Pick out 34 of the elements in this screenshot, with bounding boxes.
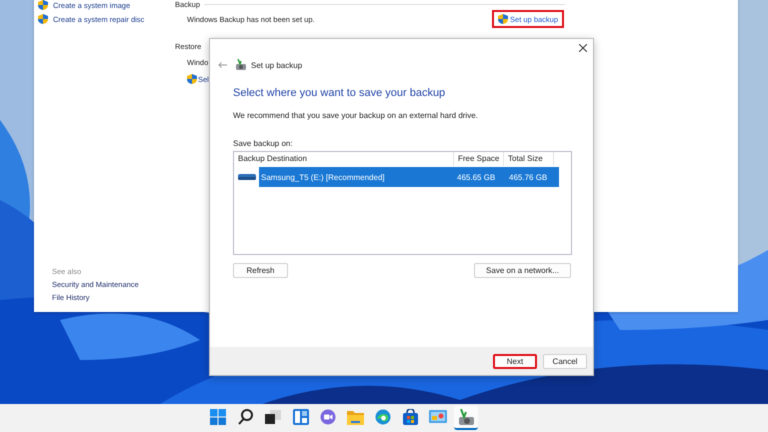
- dialog-title: Set up backup: [251, 60, 302, 70]
- backup-drive-icon: [457, 408, 474, 426]
- dialog-description: We recommend that you save your backup on an external hard drive.: [233, 111, 479, 120]
- table-cell-text: Samsung_T5 (E:) [Recommended]: [260, 172, 386, 182]
- destination-row[interactable]: Samsung_T5 (E:) [Recommended] 465.65 GB 465.76 GB: [259, 167, 559, 187]
- widgets-icon: [292, 409, 309, 425]
- table-cell-text: 465.65 GB: [456, 172, 496, 182]
- dialog-button[interactable]: Save on a network...: [474, 263, 571, 278]
- shield-icon: [498, 14, 508, 24]
- taskbar-button[interactable]: [454, 406, 478, 430]
- control-panel-icon: [429, 410, 448, 424]
- column-header[interactable]: Total Size: [504, 152, 554, 166]
- drive-icon: [238, 173, 256, 181]
- column-header[interactable]: Backup Destination: [234, 152, 454, 166]
- task-view-icon: [265, 410, 282, 424]
- browser-icon: [375, 409, 392, 425]
- search-icon: [238, 409, 254, 425]
- footer-button[interactable]: Next: [493, 354, 537, 368]
- shield-icon: [38, 14, 48, 24]
- back-arrow-icon[interactable]: [218, 61, 227, 69]
- chat-icon: [320, 409, 336, 425]
- list-label: Save backup on:: [233, 139, 294, 148]
- windows-icon: [210, 409, 226, 425]
- column-header[interactable]: Free Space: [454, 152, 504, 166]
- shield-icon: [187, 74, 197, 84]
- store-icon: [403, 409, 418, 425]
- footer-button[interactable]: Cancel: [543, 354, 587, 368]
- dialog-button[interactable]: Refresh: [233, 263, 288, 278]
- table-cell-text: 465.76 GB: [508, 172, 548, 182]
- backup-drive-icon: [235, 59, 247, 71]
- dialog-heading: Select where you want to save your backup: [233, 87, 446, 99]
- close-icon[interactable]: [578, 43, 588, 53]
- shield-icon: [38, 0, 48, 10]
- folder-icon: [347, 410, 364, 424]
